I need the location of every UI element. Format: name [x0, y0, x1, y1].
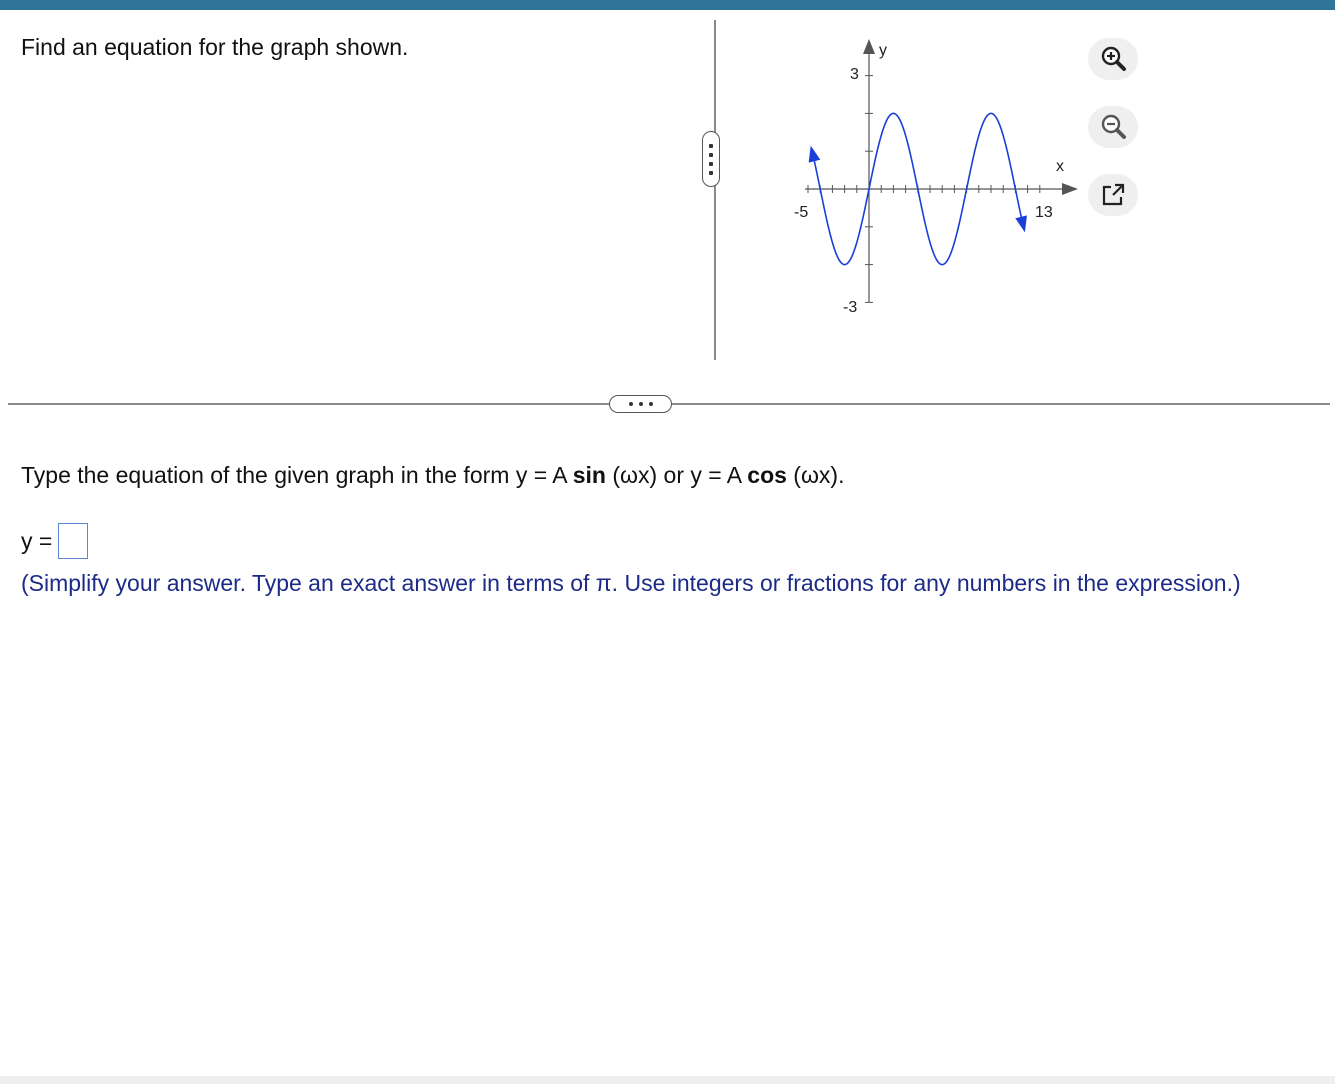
vertical-divider	[714, 20, 716, 360]
y-axis-label: y	[879, 42, 887, 59]
top-bar	[0, 0, 1335, 10]
zoom-in-icon	[1101, 46, 1126, 71]
y-axis-arrow	[863, 39, 875, 54]
horizontal-resize-handle[interactable]	[609, 395, 672, 413]
y-max-label: 3	[850, 66, 859, 83]
x-max-label: 13	[1035, 204, 1053, 221]
y-min-label: -3	[843, 299, 857, 316]
zoom-out-icon	[1101, 114, 1126, 139]
x-axis-label: x	[1056, 158, 1064, 175]
curve-left-arrow	[808, 145, 821, 163]
zoom-in-button[interactable]	[1088, 38, 1138, 80]
sine-graph: y x 3 -3 -5 13	[794, 39, 1078, 316]
popout-icon	[1102, 183, 1125, 206]
answer-row: y =	[21, 523, 89, 559]
zoom-out-button[interactable]	[1088, 106, 1138, 148]
answer-label: y =	[21, 527, 53, 554]
answer-input[interactable]	[58, 523, 89, 559]
question-text: Find an equation for the graph shown.	[21, 34, 409, 60]
x-axis-arrow	[1062, 183, 1078, 195]
instruction-text: Type the equation of the given graph in …	[21, 462, 845, 488]
hint-text: (Simplify your answer. Type an exact ans…	[21, 570, 1241, 596]
x-min-label: -5	[794, 204, 808, 221]
popout-button[interactable]	[1088, 174, 1138, 216]
curve-right-arrow	[1015, 215, 1027, 233]
vertical-resize-handle[interactable]	[702, 131, 720, 187]
bottom-bar	[0, 1076, 1335, 1084]
